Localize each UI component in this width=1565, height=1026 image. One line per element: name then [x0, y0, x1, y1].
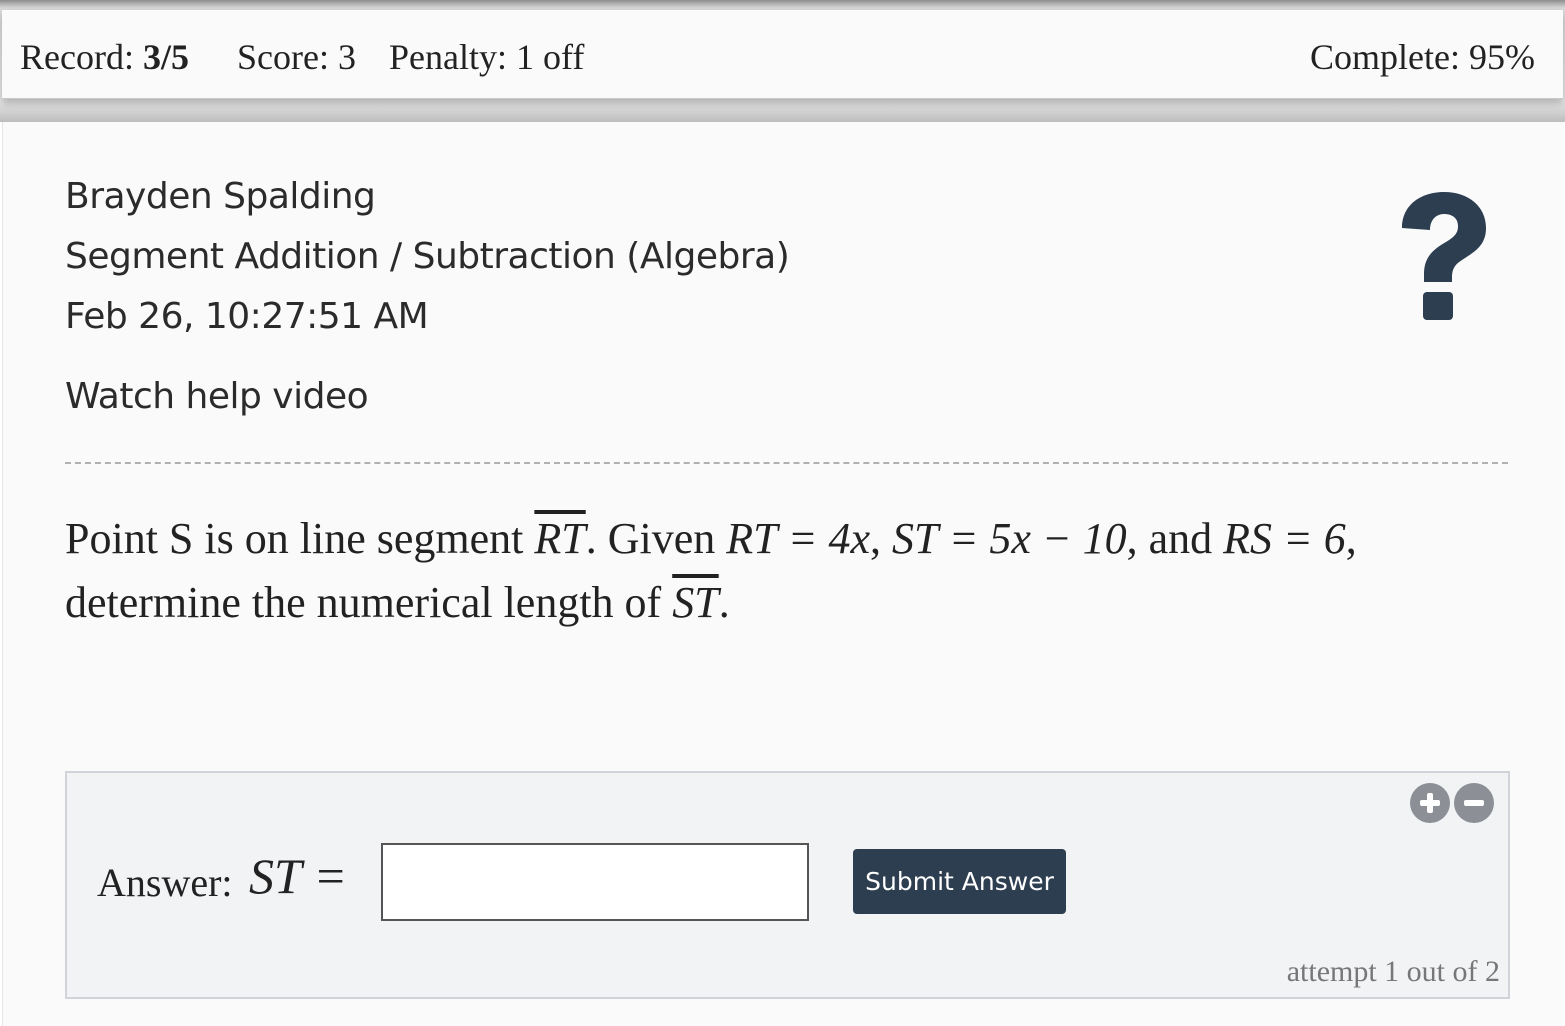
- status-bar: Record: 3/5 Score: 3 Penalty: 1 off Comp…: [2, 10, 1563, 99]
- question-mark-icon[interactable]: [1394, 190, 1494, 320]
- submit-answer-button[interactable]: Submit Answer: [853, 849, 1066, 914]
- watch-help-video-link[interactable]: Watch help video: [65, 376, 369, 417]
- answer-variable: ST =: [249, 848, 348, 904]
- problem-statement: Point S is on line segment RT. Given RT …: [65, 507, 1495, 635]
- equation-st: ST = 5x − 10: [892, 514, 1127, 563]
- problem-text-6: .: [718, 578, 730, 627]
- complete-stat: Complete: 95%: [1310, 37, 1535, 77]
- answer-input[interactable]: [381, 843, 809, 921]
- segment-st: ST: [672, 578, 719, 627]
- status-bar-background: Record: 3/5 Score: 3 Penalty: 1 off Comp…: [0, 0, 1565, 122]
- equation-rs: RS = 6: [1223, 514, 1346, 563]
- equation-rt: RT = 4x: [726, 514, 871, 563]
- timestamp: Feb 26, 10:27:51 AM: [65, 296, 429, 337]
- answer-box: Answer: ST = Submit Answer attempt 1 out…: [65, 771, 1510, 999]
- segment-rt: RT: [534, 514, 586, 563]
- problem-text-2: . Given: [585, 514, 727, 563]
- divider: [65, 462, 1508, 464]
- record-value: 3/5: [142, 37, 189, 77]
- record-label: Record:: [20, 37, 143, 77]
- student-name: Brayden Spalding: [65, 176, 376, 217]
- score-stat: Score: 3: [237, 37, 356, 77]
- record-stat: Record: 3/5: [20, 37, 189, 77]
- problem-text-3: ,: [870, 514, 893, 563]
- minus-circle-icon[interactable]: [1454, 783, 1494, 823]
- answer-label: Answer:: [97, 860, 233, 905]
- problem-panel: Brayden Spalding Segment Addition / Subt…: [2, 122, 1564, 1026]
- penalty-stat: Penalty: 1 off: [389, 37, 585, 77]
- problem-text-1: Point S is on line segment: [65, 514, 535, 563]
- zoom-controls: [1410, 783, 1496, 823]
- lesson-title: Segment Addition / Subtraction (Algebra): [65, 236, 790, 277]
- plus-circle-icon[interactable]: [1410, 783, 1450, 823]
- attempt-counter: attempt 1 out of 2: [1286, 955, 1500, 988]
- problem-text-4: , and: [1126, 514, 1224, 563]
